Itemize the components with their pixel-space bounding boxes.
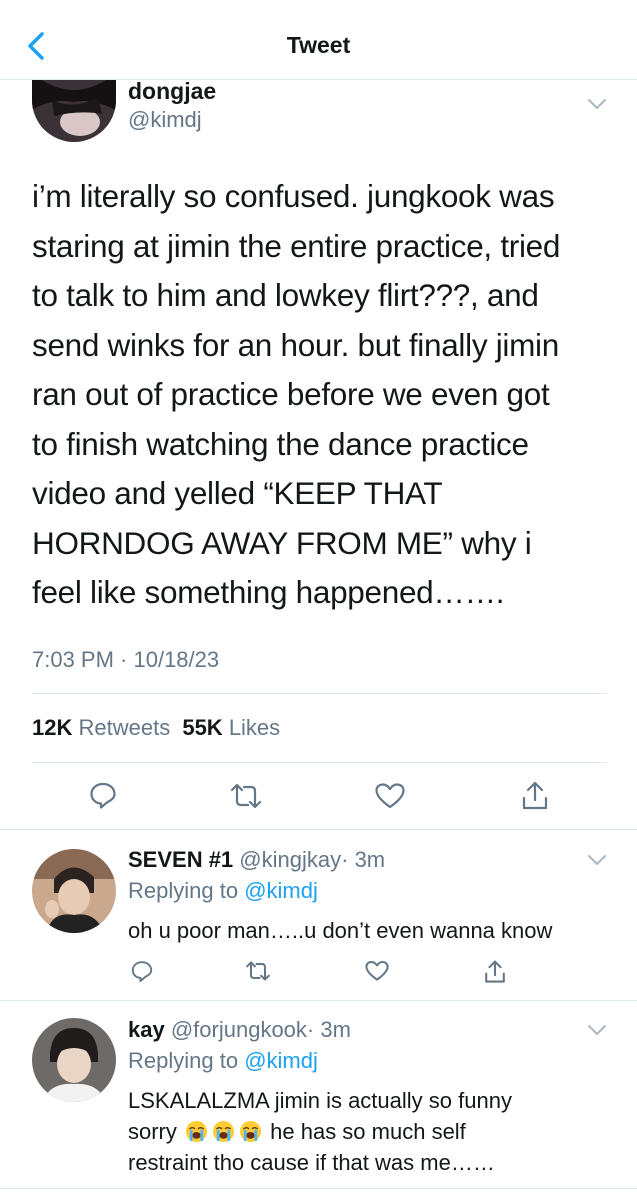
avatar[interactable] [32,80,116,142]
share-icon[interactable] [483,959,507,985]
author-handle[interactable]: @kimdj [128,107,202,133]
retweets-count[interactable]: 12K [32,715,72,740]
reply-text-line: LSKALALZMA jimin is actually so funny [128,1088,512,1113]
reply-time: · 3m [341,847,386,872]
reply-header: SEVEN #1 @kingjkay· 3m [128,847,385,873]
divider [0,829,637,830]
reply-header: kay @forjungkook· 3m [128,1017,351,1043]
likes-count[interactable]: 55K [182,715,222,740]
share-icon[interactable] [520,780,550,812]
reply-text-line: sorry he has so much self [128,1116,618,1147]
reply-author-handle[interactable]: @kingjkay [239,847,341,872]
retweets-label[interactable]: Retweets [78,715,170,740]
retweet-icon[interactable] [244,960,272,982]
reply-icon[interactable] [88,780,118,810]
tweet-text-line: to finish watching the dance practice [32,425,529,462]
reply-text-fragment: sorry [128,1119,177,1144]
replying-to-link[interactable]: @kimdj [244,1048,318,1073]
tweet-text-line: video and yelled “KEEP THAT [32,475,443,511]
loudly-crying-face-emoji-icon [212,1120,235,1143]
replying-prefix: Replying to [128,1048,239,1073]
divider [32,693,607,694]
tweet-text-line: send winks for an hour. but finally jimi… [32,326,559,363]
tweet-text-line: i’m literally so confused. jungkook was [32,178,555,214]
tweet-text-line: HORNDOG AWAY FROM ME” why i [32,524,532,561]
loudly-crying-face-emoji-icon [185,1120,208,1143]
chevron-down-icon[interactable] [586,853,608,867]
likes-label[interactable]: Likes [229,715,280,740]
chevron-down-icon[interactable] [586,97,608,111]
top-nav-bar: Tweet [0,0,637,80]
author-name[interactable]: dongjae [128,78,216,105]
replying-prefix: Replying to [128,878,239,903]
replying-to-link[interactable]: @kimdj [244,878,318,903]
reply-author-name[interactable]: kay [128,1017,165,1042]
loudly-crying-face-emoji-icon [239,1120,262,1143]
replying-to: Replying to @kimdj [128,878,318,904]
page-title: Tweet [286,32,351,58]
chevron-down-icon[interactable] [586,1023,608,1037]
divider [0,1188,637,1189]
reply-author-handle[interactable]: @forjungkook [171,1017,307,1042]
replying-to: Replying to @kimdj [128,1048,318,1074]
engagement-stats: 12K Retweets 55K Likes [32,715,280,741]
reply-icon[interactable] [130,959,154,983]
tweet-timestamp: 7:03 PM · 10/18/23 [32,647,220,672]
reply-text: oh u poor man…..u don’t even wanna know [128,918,553,943]
heart-icon[interactable] [374,782,406,810]
tweet-text-line: staring at jimin the entire practice, tr… [32,227,561,264]
reply-time: · 3m [306,1017,351,1042]
reply-text: LSKALALZMA jimin is actually so funny so… [128,1085,618,1178]
tweet-text-line: to talk to him and lowkey flirt???, and [32,277,539,313]
avatar[interactable] [32,849,116,933]
divider [32,762,607,763]
heart-icon[interactable] [364,960,390,982]
tweet-text: i’m literally so confused. jungkook was … [32,172,622,618]
retweet-icon[interactable] [228,782,264,810]
tweet-text-line: feel like something happened……. [32,574,505,610]
reply-author-name[interactable]: SEVEN #1 [128,847,233,872]
tweet-text-line: ran out of practice before we even got [32,376,550,412]
avatar[interactable] [32,1018,116,1102]
reply-text-fragment: he has so much self [270,1119,466,1144]
divider [0,1000,637,1001]
reply-text-line: restraint tho cause if that was me…… [128,1150,495,1175]
